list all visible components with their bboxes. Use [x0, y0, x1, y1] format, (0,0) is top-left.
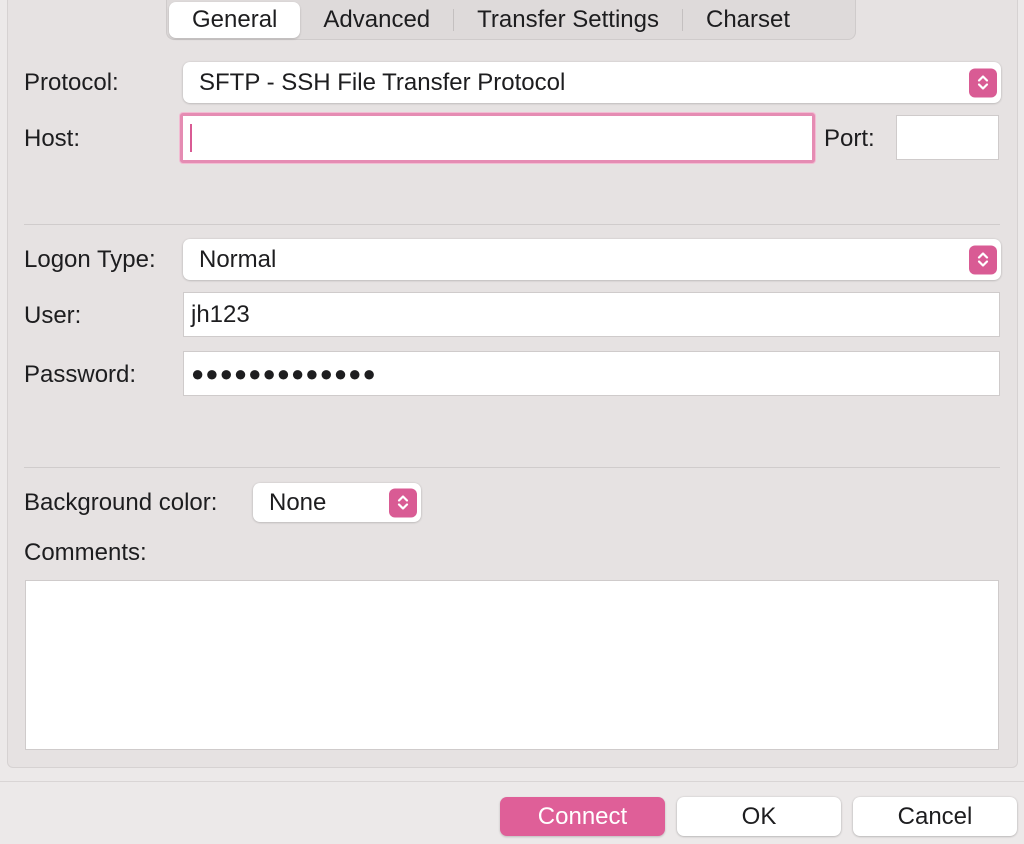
protocol-label: Protocol: — [24, 69, 119, 96]
tab-general[interactable]: General — [169, 1, 301, 38]
port-input[interactable] — [896, 115, 999, 160]
logon-type-select-value: Normal — [199, 245, 277, 273]
tab-charset[interactable]: Charset — [683, 2, 813, 38]
cancel-button[interactable]: Cancel — [853, 797, 1017, 836]
background-color-label: Background color: — [24, 489, 218, 516]
tab-transfer-settings[interactable]: Transfer Settings — [454, 2, 682, 38]
host-label: Host: — [24, 125, 81, 152]
host-input[interactable] — [180, 113, 815, 163]
background-color-select[interactable]: None — [253, 483, 421, 522]
footer-divider — [0, 781, 1024, 782]
connect-button[interactable]: Connect — [500, 797, 665, 836]
user-label: User: — [24, 302, 82, 329]
user-input[interactable]: jh123 — [183, 292, 1000, 337]
protocol-select[interactable]: SFTP - SSH File Transfer Protocol — [183, 62, 1001, 103]
chevron-up-down-icon — [969, 68, 997, 97]
password-label: Password: — [24, 361, 137, 388]
chevron-up-down-icon — [969, 245, 997, 274]
ok-button[interactable]: OK — [677, 797, 841, 836]
comments-textarea[interactable] — [25, 580, 999, 750]
port-label: Port: — [824, 125, 875, 152]
logon-type-select[interactable]: Normal — [183, 239, 1001, 280]
password-input-value: ●●●●●●●●●●●●● — [191, 360, 377, 386]
section-divider — [24, 467, 1000, 468]
password-input[interactable]: ●●●●●●●●●●●●● — [183, 351, 1000, 396]
section-divider — [24, 224, 1000, 225]
text-cursor — [190, 124, 192, 152]
chevron-up-down-icon — [389, 488, 417, 517]
comments-label: Comments: — [24, 539, 147, 566]
tab-bar: General Advanced Transfer Settings Chars… — [166, 0, 856, 40]
logon-type-label: Logon Type: — [24, 246, 156, 273]
protocol-select-value: SFTP - SSH File Transfer Protocol — [199, 68, 566, 96]
tab-advanced[interactable]: Advanced — [300, 2, 453, 38]
background-color-select-value: None — [269, 488, 327, 516]
user-input-value: jh123 — [191, 300, 250, 328]
